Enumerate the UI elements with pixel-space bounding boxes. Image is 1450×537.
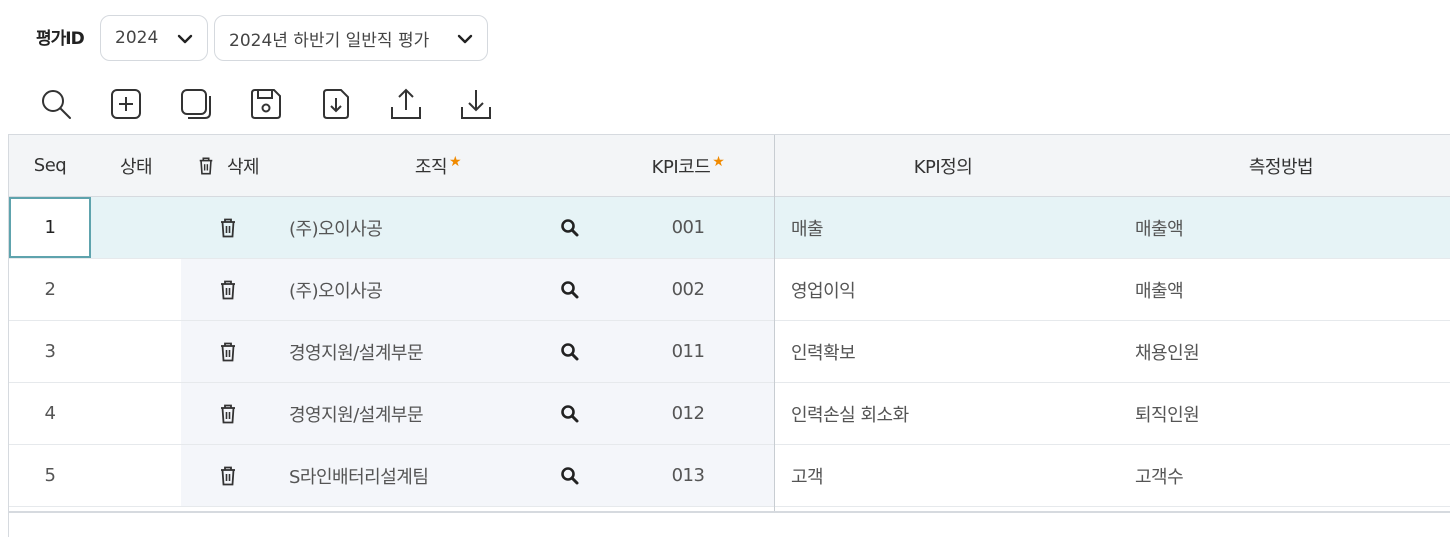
save-button[interactable]: [248, 86, 284, 122]
evaluation-id-label: 평가ID: [36, 29, 85, 49]
search-icon[interactable]: [560, 466, 580, 486]
org-search-button[interactable]: [539, 197, 601, 258]
header-org[interactable]: 조직 ★: [275, 135, 601, 196]
delete-row-button[interactable]: [181, 259, 275, 320]
header-kpi-def-label: KPI정의: [913, 156, 973, 178]
export-download-icon: [461, 90, 491, 119]
cell-seq[interactable]: 5: [9, 445, 91, 506]
header-delete-label: 삭제: [226, 156, 260, 178]
cell-seq[interactable]: 4: [9, 383, 91, 444]
search-icon[interactable]: [560, 404, 580, 424]
cell-kpi-code[interactable]: 002: [601, 259, 775, 320]
grid-header: Seq 상태 삭제 조직 ★ KPI코드 ★ KPI정의 측정방법: [9, 135, 1450, 197]
header-kpi-code[interactable]: KPI코드 ★: [601, 135, 775, 196]
cell-measure[interactable]: 매출액: [1111, 197, 1450, 258]
cell-status[interactable]: [91, 445, 181, 506]
cell-measure[interactable]: 채용인원: [1111, 321, 1450, 382]
year-select[interactable]: 2024: [100, 15, 208, 61]
cell-org[interactable]: 경영지원/설계부문: [275, 321, 539, 382]
header-kpi-code-label: KPI코드: [651, 156, 711, 178]
cell-measure[interactable]: 퇴직인원: [1111, 383, 1450, 444]
evaluation-select[interactable]: 2024년 하반기 일반직 평가: [214, 15, 488, 61]
trash-icon[interactable]: [218, 279, 238, 301]
delete-row-button[interactable]: [181, 383, 275, 444]
year-select-value: 2024: [115, 28, 159, 48]
trash-icon: [199, 157, 213, 174]
cell-kpi-def[interactable]: 고객: [775, 445, 1111, 506]
trash-icon[interactable]: [218, 403, 238, 425]
header-seq[interactable]: Seq: [9, 135, 91, 196]
header-measure[interactable]: 측정방법: [1111, 135, 1450, 196]
add-row-button[interactable]: [108, 86, 144, 122]
cell-seq[interactable]: 2: [9, 259, 91, 320]
cell-status[interactable]: [91, 321, 181, 382]
table-row[interactable]: 1 (주)오이사공 001 매출 매출액: [9, 197, 1450, 259]
required-star-icon: ★: [712, 153, 725, 170]
table-row[interactable]: 4 경영지원/설계부문 012 인력손실 회소화 퇴직인원: [9, 383, 1450, 445]
grid-toolbar: [38, 86, 528, 126]
cell-measure[interactable]: 고객수: [1111, 445, 1450, 506]
filter-bar: 평가ID 2024 2024년 하반기 일반직 평가: [0, 0, 1450, 74]
cell-kpi-code[interactable]: 011: [601, 321, 775, 382]
cell-seq[interactable]: 1: [9, 197, 91, 258]
cell-kpi-code[interactable]: 012: [601, 383, 775, 444]
delete-row-button[interactable]: [181, 445, 275, 506]
cell-kpi-code[interactable]: 013: [601, 445, 775, 506]
cell-kpi-def[interactable]: 매출: [775, 197, 1111, 258]
download-file-icon: [323, 89, 349, 119]
header-org-label: 조직: [414, 156, 448, 178]
header-status[interactable]: 상태: [91, 135, 181, 196]
chevron-down-icon: [177, 34, 193, 44]
copy-row-button[interactable]: [178, 86, 214, 122]
header-delete[interactable]: 삭제: [181, 135, 275, 196]
cell-kpi-code[interactable]: 001: [601, 197, 775, 258]
cell-org[interactable]: 경영지원/설계부문: [275, 383, 539, 444]
search-button[interactable]: [38, 86, 74, 122]
org-search-button[interactable]: [539, 321, 601, 382]
cell-status[interactable]: [91, 197, 181, 258]
download-file-button[interactable]: [318, 86, 354, 122]
cell-kpi-def[interactable]: 인력손실 회소화: [775, 383, 1111, 444]
trash-icon[interactable]: [218, 217, 238, 239]
org-search-button[interactable]: [539, 383, 601, 444]
evaluation-select-value: 2024년 하반기 일반직 평가: [229, 30, 430, 51]
copy-icon: [181, 89, 211, 119]
header-seq-label: Seq: [33, 155, 67, 176]
org-search-button[interactable]: [539, 259, 601, 320]
cell-kpi-def[interactable]: 인력확보: [775, 321, 1111, 382]
table-row[interactable]: 3 경영지원/설계부문 011 인력확보 채용인원: [9, 321, 1450, 383]
delete-row-button[interactable]: [181, 197, 275, 258]
cell-org[interactable]: (주)오이사공: [275, 259, 539, 320]
cell-kpi-def[interactable]: 영업이익: [775, 259, 1111, 320]
header-status-label: 상태: [119, 156, 153, 178]
cell-org[interactable]: S라인배터리설계팀: [275, 445, 539, 506]
upload-button[interactable]: [388, 86, 424, 122]
header-measure-label: 측정방법: [1248, 156, 1314, 178]
search-icon: [42, 90, 71, 119]
frozen-column-divider: [774, 135, 775, 513]
required-star-icon: ★: [449, 153, 462, 170]
cell-status[interactable]: [91, 383, 181, 444]
chevron-down-icon: [457, 34, 473, 44]
search-icon[interactable]: [560, 342, 580, 362]
cell-org[interactable]: (주)오이사공: [275, 197, 539, 258]
upload-icon: [391, 88, 421, 119]
search-icon[interactable]: [560, 280, 580, 300]
trash-icon[interactable]: [218, 341, 238, 363]
cell-measure[interactable]: 매출액: [1111, 259, 1450, 320]
cell-seq[interactable]: 3: [9, 321, 91, 382]
cell-status[interactable]: [91, 259, 181, 320]
kpi-grid: Seq 상태 삭제 조직 ★ KPI코드 ★ KPI정의 측정방법 1 (주)오이사공…: [8, 134, 1450, 537]
grid-bottom-border: [9, 511, 1450, 513]
trash-icon[interactable]: [218, 465, 238, 487]
export-button[interactable]: [458, 86, 494, 122]
header-kpi-def[interactable]: KPI정의: [775, 135, 1111, 196]
add-icon: [111, 89, 141, 119]
table-row[interactable]: 2 (주)오이사공 002 영업이익 매출액: [9, 259, 1450, 321]
org-search-button[interactable]: [539, 445, 601, 506]
delete-row-button[interactable]: [181, 321, 275, 382]
table-row[interactable]: 5 S라인배터리설계팀 013 고객 고객수: [9, 445, 1450, 507]
search-icon[interactable]: [560, 218, 580, 238]
save-icon: [251, 89, 281, 119]
